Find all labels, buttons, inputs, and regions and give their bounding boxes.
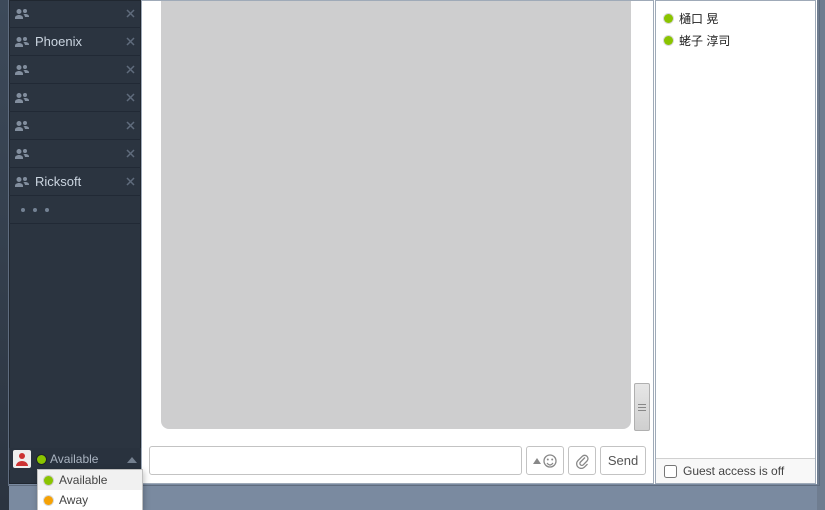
guest-access-checkbox[interactable] [664,465,677,478]
presence-option-away[interactable]: Away [38,490,142,510]
message-input[interactable] [149,446,522,475]
close-icon[interactable] [126,149,135,158]
sidebar-item-4[interactable] [9,112,141,140]
sidebar-item-5[interactable] [9,140,141,168]
people-icon [15,8,29,20]
close-icon[interactable] [126,177,135,186]
sidebar-item-0[interactable] [9,0,141,28]
sidebar-item-label: Ricksoft [35,174,126,189]
close-icon[interactable] [126,121,135,130]
avatar [13,450,31,468]
bg-left-strip [0,0,9,510]
people-icon [15,64,29,76]
presence-dot-icon [44,476,53,485]
guest-access-label: Guest access is off [683,464,784,478]
people-icon [15,92,29,104]
presence-dot-icon [37,455,46,464]
presence-dot-icon [664,14,673,23]
rooms-sidebar: Phoenix [9,0,141,484]
sidebar-item-2[interactable] [9,56,141,84]
emoji-icon [543,454,557,468]
person-item[interactable]: 樋口 晃 [656,7,815,29]
presence-option-label: Available [59,473,107,487]
sidebar-item-6[interactable]: Ricksoft [9,168,141,196]
presence-status-bar[interactable]: Available [9,448,141,470]
paperclip-icon [575,453,589,469]
people-panel: 樋口 晃 蛯子 淳司 Guest access is off [655,0,816,484]
sidebar-item-3[interactable] [9,84,141,112]
close-icon[interactable] [126,65,135,74]
emoji-button[interactable] [526,446,564,475]
presence-dot-icon [44,496,53,505]
chevron-up-icon [127,452,137,466]
compose-row: Send [149,446,646,475]
presence-status-label: Available [50,452,127,466]
sidebar-item-loading[interactable] [9,196,141,224]
person-item[interactable]: 蛯子 淳司 [656,29,815,51]
presence-status-menu: Available Away [37,469,143,510]
person-name: 樋口 晃 [679,10,718,27]
scrollbar-thumb[interactable] [634,383,650,431]
close-icon[interactable] [126,9,135,18]
people-list: 樋口 晃 蛯子 淳司 [656,1,815,457]
people-icon [15,36,29,48]
person-name: 蛯子 淳司 [679,32,730,49]
presence-dot-icon [664,36,673,45]
chat-panel: Send [141,0,654,484]
loading-icon [15,206,135,214]
attach-button[interactable] [568,446,596,475]
chevron-up-icon [533,458,541,464]
presence-option-available[interactable]: Available [38,470,142,490]
close-icon[interactable] [126,93,135,102]
guest-access-row: Guest access is off [656,458,815,483]
bg-right-strip [817,0,825,510]
chat-history [161,1,631,429]
people-icon [15,120,29,132]
sidebar-item-label: Phoenix [35,34,126,49]
people-icon [15,148,29,160]
close-icon[interactable] [126,37,135,46]
people-icon [15,176,29,188]
sidebar-item-1[interactable]: Phoenix [9,28,141,56]
presence-option-label: Away [59,493,88,507]
send-button[interactable]: Send [600,446,646,475]
